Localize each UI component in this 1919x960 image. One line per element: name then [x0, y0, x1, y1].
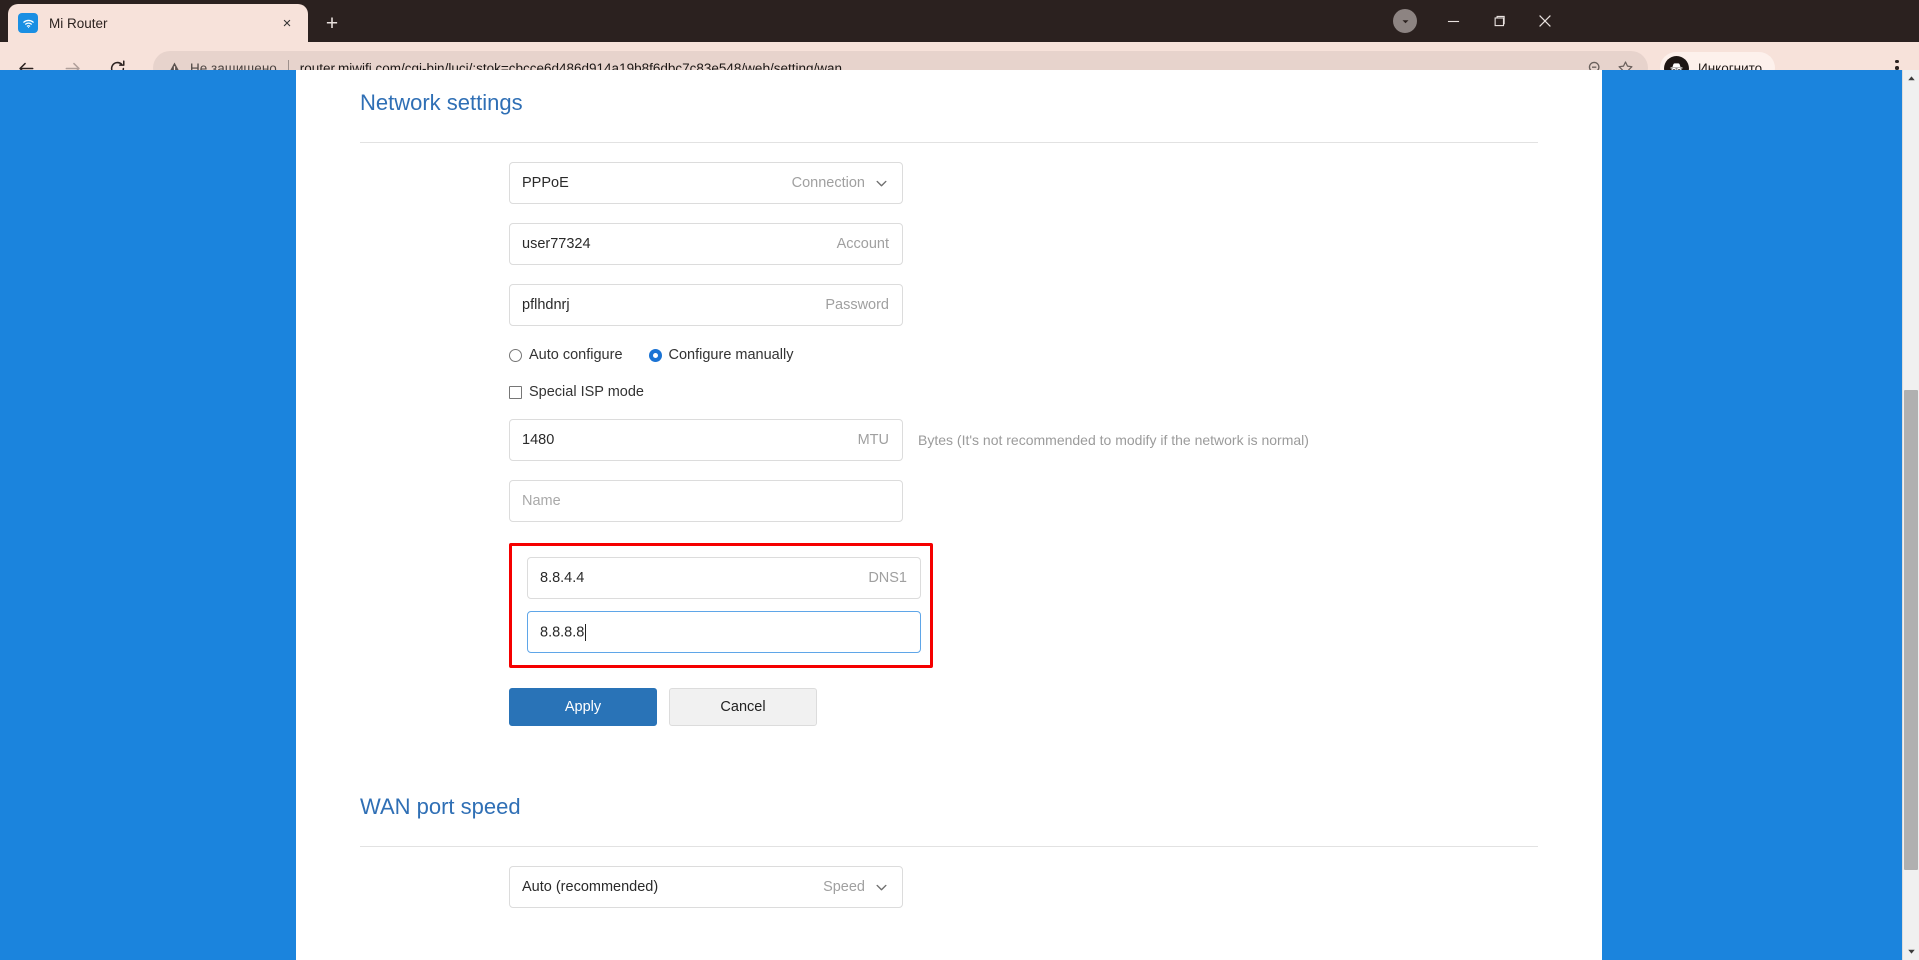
speed-row: Auto (recommended) Speed: [509, 866, 1538, 908]
radio-auto-configure-indicator[interactable]: [509, 348, 522, 362]
name-row: Name: [509, 480, 1538, 522]
dns1-input[interactable]: 8.8.4.4 DNS1: [527, 557, 921, 599]
radio-configure-manually-label: Configure manually: [668, 347, 794, 363]
minimize-button[interactable]: [1430, 0, 1476, 42]
section-divider: [360, 142, 1538, 143]
password-label: Password: [825, 297, 889, 313]
dns1-value: 8.8.4.4: [540, 570, 585, 586]
wan-port-speed-section: WAN port speed Auto (recommended) Speed: [360, 726, 1538, 908]
config-mode-row: Auto configure Configure manually: [509, 347, 1538, 363]
speed-value: Auto (recommended): [522, 879, 659, 895]
password-row: pflhdnrj Password: [509, 284, 1538, 326]
radio-auto-configure-label: Auto configure: [529, 347, 623, 363]
wifi-icon: [18, 13, 38, 33]
connection-label: Connection: [792, 175, 902, 191]
browser-tab[interactable]: Mi Router ×: [8, 4, 308, 42]
text-cursor: [585, 623, 587, 641]
special-isp-row: Special ISP mode: [509, 384, 1538, 400]
form-actions: Apply Cancel: [509, 688, 1538, 726]
dns1-row: 8.8.4.4 DNS1: [527, 557, 930, 599]
speed-label-text: Speed: [823, 879, 865, 895]
name-input[interactable]: Name: [509, 480, 903, 522]
speed-select[interactable]: Auto (recommended) Speed: [509, 866, 903, 908]
mtu-value: 1480: [522, 432, 555, 448]
account-value: user77324: [522, 236, 591, 252]
chevron-down-icon: [874, 176, 889, 191]
wan-port-speed-title: WAN port speed: [360, 794, 521, 819]
checkbox-special-isp-mode[interactable]: Special ISP mode: [509, 384, 644, 400]
password-value: pflhdnrj: [522, 297, 570, 313]
kebab-dot: [1895, 59, 1899, 64]
name-placeholder: Name: [522, 493, 561, 509]
scroll-down-icon[interactable]: [1903, 943, 1919, 960]
dns2-value: 8.8.8.8: [528, 623, 907, 641]
dns1-label: DNS1: [868, 570, 907, 586]
network-settings-title: Network settings: [360, 90, 523, 115]
connection-label-text: Connection: [791, 175, 865, 191]
section-divider: [360, 846, 1538, 847]
speed-label: Speed: [823, 879, 902, 895]
close-tab-icon[interactable]: ×: [276, 12, 298, 34]
radio-configure-manually[interactable]: Configure manually: [648, 347, 794, 363]
browser-window: Mi Router × + Не защищено router.miwifi.…: [0, 0, 1919, 960]
radio-auto-configure[interactable]: Auto configure: [509, 347, 623, 363]
checkbox-special-isp-label: Special ISP mode: [529, 384, 644, 400]
connection-select[interactable]: PPPoE Connection: [509, 162, 903, 204]
mtu-label: MTU: [857, 432, 889, 448]
page-content: Network settings PPPoE Connection user77…: [296, 70, 1602, 908]
dns2-row: 8.8.8.8: [527, 611, 930, 653]
password-input[interactable]: pflhdnrj Password: [509, 284, 903, 326]
mtu-hint: Bytes (It's not recommended to modify if…: [918, 432, 1309, 448]
dns2-input[interactable]: 8.8.8.8: [527, 611, 921, 653]
cancel-button[interactable]: Cancel: [669, 688, 817, 726]
router-admin-page: Network settings PPPoE Connection user77…: [296, 70, 1602, 960]
dns-highlight-box: 8.8.4.4 DNS1 8.8.8.8: [509, 543, 933, 668]
checkbox-special-isp-indicator[interactable]: [509, 385, 522, 399]
apply-button[interactable]: Apply: [509, 688, 657, 726]
page-viewport: Network settings PPPoE Connection user77…: [0, 70, 1919, 960]
page-scrollbar[interactable]: [1902, 70, 1919, 960]
connection-row: PPPoE Connection: [509, 162, 1538, 204]
radio-configure-manually-indicator[interactable]: [648, 348, 662, 362]
scroll-up-icon[interactable]: [1903, 70, 1919, 87]
wan-port-speed-form: Auto (recommended) Speed: [360, 866, 1538, 908]
account-label: Account: [836, 236, 889, 252]
connection-value: PPPoE: [522, 175, 569, 191]
chevron-down-icon[interactable]: [1393, 9, 1417, 33]
chevron-down-icon: [874, 880, 889, 895]
tab-title: Mi Router: [49, 15, 108, 31]
account-row: user77324 Account: [509, 223, 1538, 265]
title-bar: Mi Router × +: [0, 0, 1919, 42]
mtu-row: 1480 MTU Bytes (It's not recommended to …: [509, 419, 1538, 461]
close-window-button[interactable]: [1522, 0, 1568, 42]
mtu-input[interactable]: 1480 MTU: [509, 419, 903, 461]
new-tab-button[interactable]: +: [318, 9, 346, 37]
account-input[interactable]: user77324 Account: [509, 223, 903, 265]
maximize-button[interactable]: [1476, 0, 1522, 42]
network-settings-form: PPPoE Connection user77324 Account pflhd…: [360, 162, 1538, 726]
dns2-value-text: 8.8.8.8: [540, 623, 585, 640]
scrollbar-thumb[interactable]: [1904, 390, 1918, 870]
